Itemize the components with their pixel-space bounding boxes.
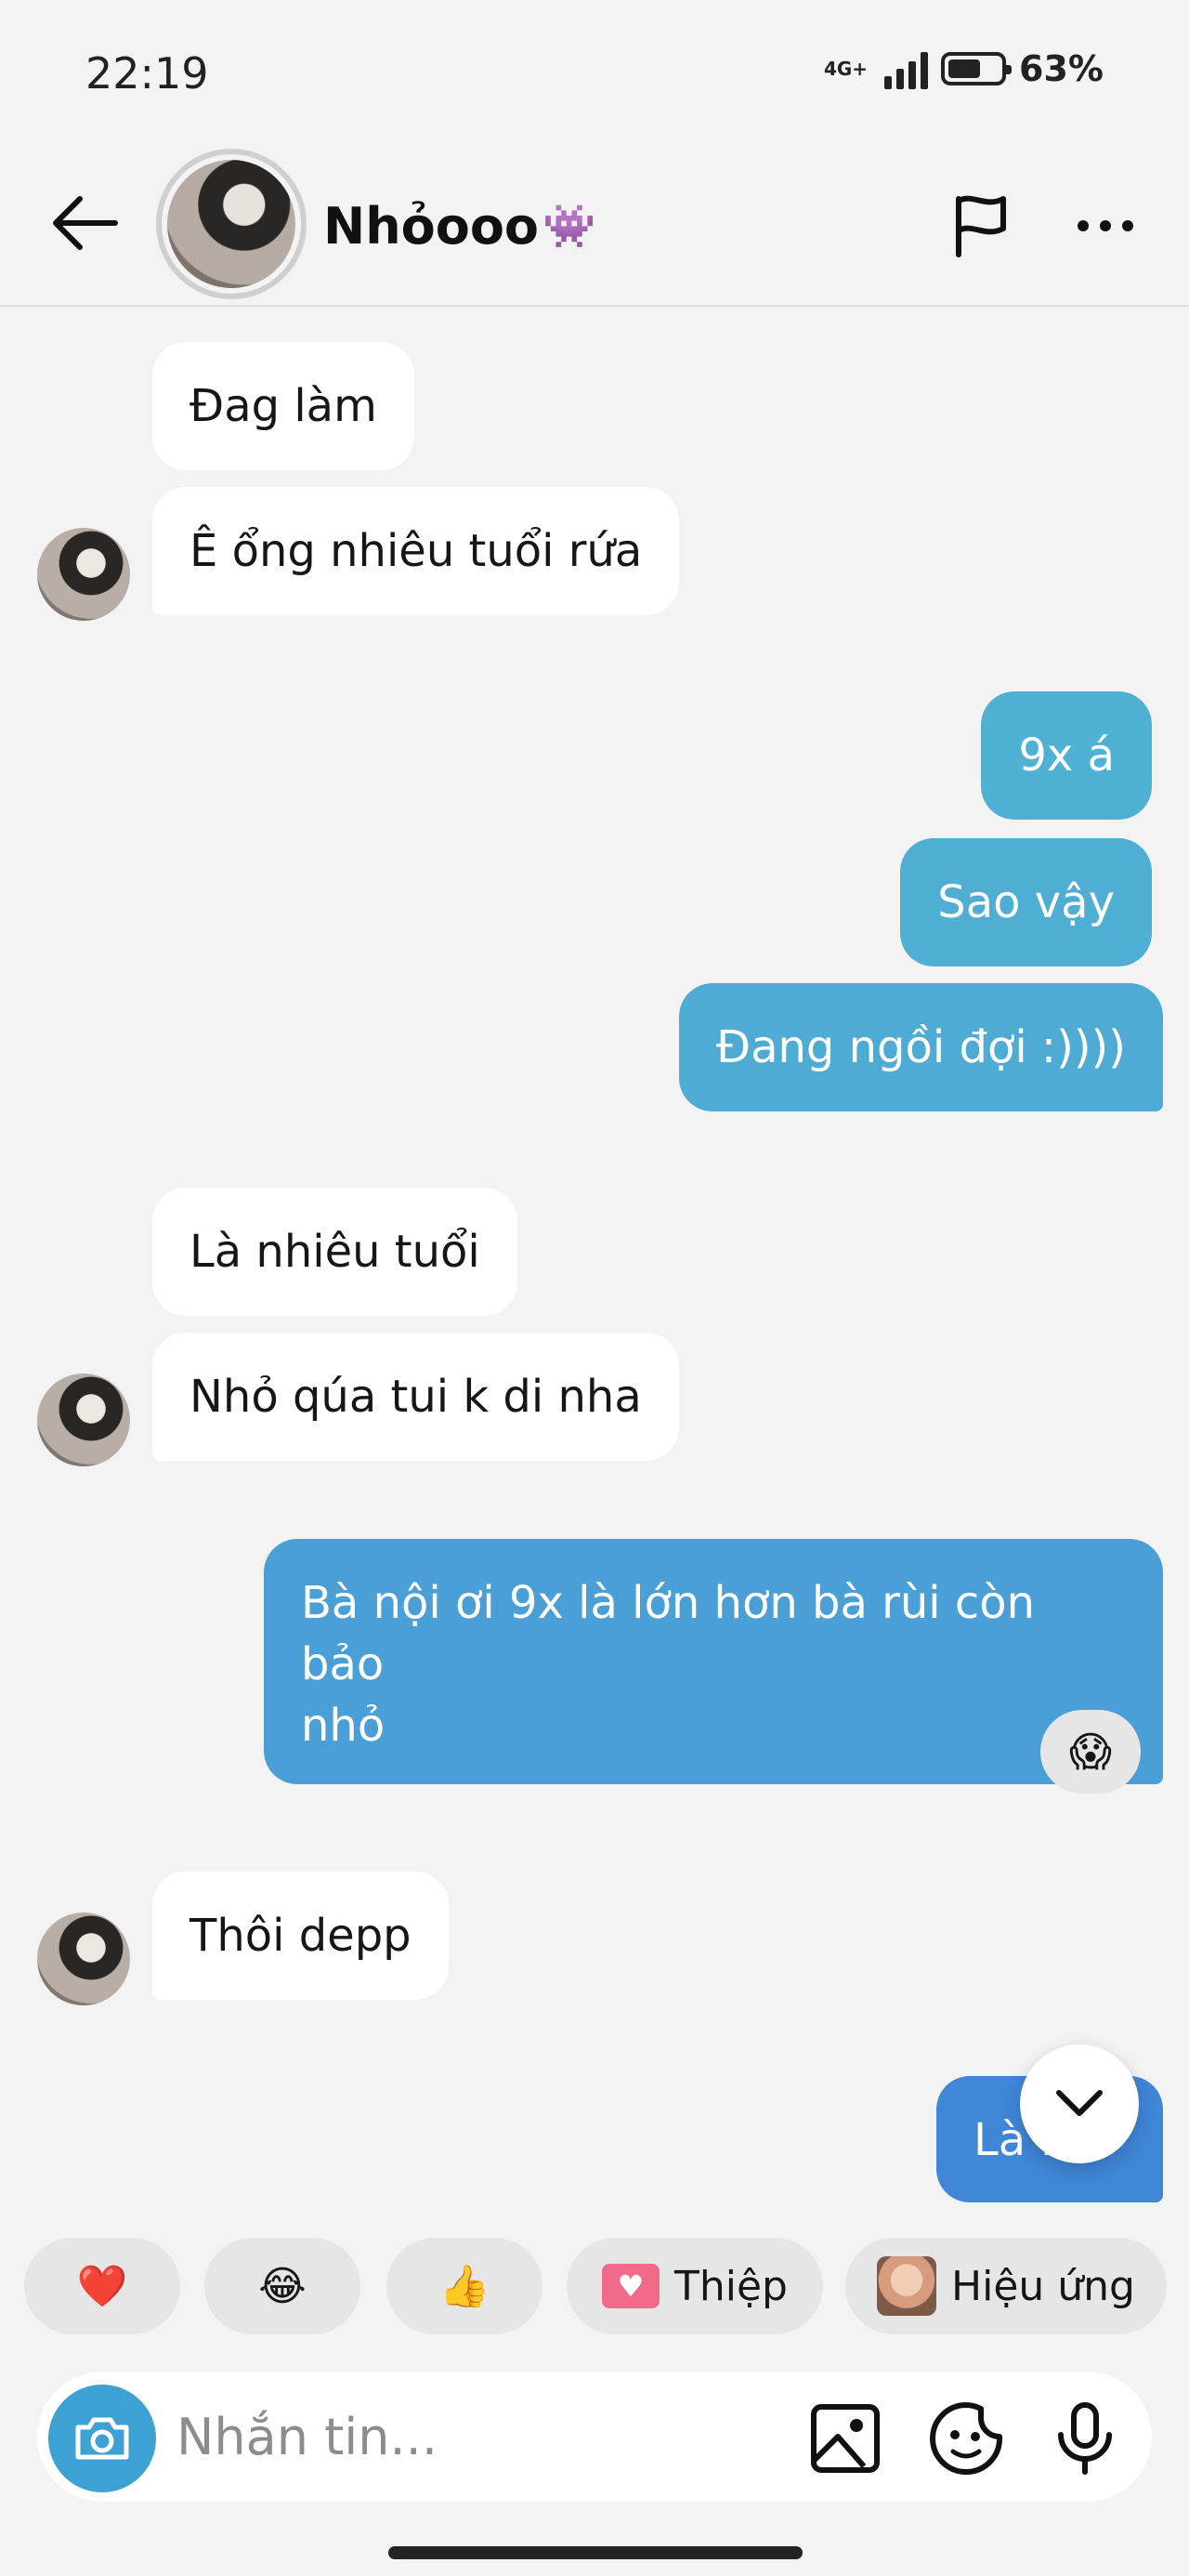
- message-outgoing[interactable]: Đang ngồi đợi :)))): [678, 983, 1163, 1111]
- chevron-down-icon: [1056, 2090, 1103, 2116]
- sender-avatar[interactable]: [37, 1912, 130, 2005]
- scroll-down-button[interactable]: [1020, 2044, 1139, 2163]
- sticker-icon[interactable]: [927, 2399, 1005, 2477]
- quick-thumbs-up-button[interactable]: 👍: [386, 2238, 542, 2334]
- heart-card-icon: ♥: [602, 2264, 660, 2308]
- sender-avatar[interactable]: [37, 528, 130, 621]
- status-icons: 4G+ 63%: [824, 48, 1104, 89]
- message-incoming[interactable]: Là nhiêu tuổi: [152, 1188, 517, 1316]
- message-incoming[interactable]: Ê ổng nhiêu tuổi rứa: [152, 487, 680, 615]
- camera-icon: [75, 2417, 129, 2460]
- effects-label: Hiệu ứng: [951, 2262, 1135, 2310]
- chat-header: Nhỏooo 👾: [0, 139, 1189, 307]
- sender-avatar[interactable]: [37, 1373, 130, 1466]
- battery-percent: 63%: [1019, 48, 1104, 89]
- message-incoming[interactable]: Nhỏ qúa tui k di nha: [152, 1333, 679, 1461]
- quick-heart-button[interactable]: ❤️: [24, 2238, 180, 2334]
- contact-name[interactable]: Nhỏooo 👾: [323, 197, 595, 256]
- battery-icon: [941, 52, 1013, 85]
- network-type: 4G+: [823, 58, 869, 80]
- effects-button[interactable]: Hiệu ứng: [845, 2238, 1167, 2334]
- flag-icon[interactable]: [947, 191, 1014, 258]
- alien-emoji: 👾: [542, 201, 596, 251]
- message-incoming[interactable]: Đag làm: [152, 342, 414, 470]
- message-line: Bà nội ơi 9x là lớn hơn bà rùi còn bảo: [301, 1577, 1036, 1690]
- reaction-badge[interactable]: 😱: [1040, 1710, 1141, 1794]
- quick-laugh-button[interactable]: 😂: [204, 2238, 360, 2334]
- message-outgoing[interactable]: Bà nội ơi 9x là lớn hơn bà rùi còn bảo n…: [264, 1539, 1163, 1784]
- greeting-card-button[interactable]: ♥ Thiệp: [567, 2238, 823, 2334]
- greeting-card-label: Thiệp: [674, 2262, 788, 2310]
- contact-avatar[interactable]: [156, 149, 307, 299]
- arrow-left-icon[interactable]: [46, 193, 121, 253]
- message-outgoing[interactable]: Sao vậy: [900, 838, 1152, 966]
- message-outgoing[interactable]: 9x á: [981, 691, 1152, 820]
- face-effect-icon: [877, 2256, 937, 2316]
- mic-icon[interactable]: [1046, 2399, 1124, 2477]
- message-incoming[interactable]: Thôi depp: [152, 1872, 449, 2000]
- more-icon[interactable]: [1068, 212, 1143, 240]
- image-icon[interactable]: [806, 2399, 884, 2477]
- home-indicator[interactable]: [388, 2546, 803, 2559]
- signal-icon: [884, 48, 929, 89]
- message-line: nhỏ: [301, 1700, 385, 1752]
- camera-button[interactable]: [48, 2385, 156, 2492]
- status-time: 22:19: [85, 48, 209, 99]
- message-input[interactable]: [176, 2394, 771, 2479]
